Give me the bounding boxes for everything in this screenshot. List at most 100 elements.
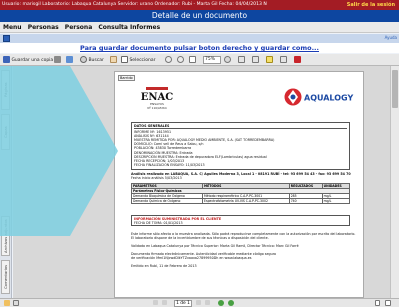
client-info-box: INFORMACIÓN SUMINISTRADA POR EL CLIENTE … <box>131 215 350 226</box>
note-line: Emitido en Rubí, 11 de Febrero de 2013 <box>131 264 197 268</box>
app-root: Usuario: marisgil Laboratorio: Labaqua C… <box>0 0 399 307</box>
search-icon <box>80 56 87 63</box>
note-line: Validado en Labaqua Catalunya por Técnic… <box>131 244 299 248</box>
client-info-line: FECHA DE TOMA: 01/01/2013 <box>134 221 183 226</box>
acrobat-button[interactable] <box>294 56 301 64</box>
note-line: de verificación MmI1NjcwdDlkYTZvaaxa2789… <box>131 256 252 260</box>
acrobat-icon <box>294 56 301 63</box>
page-tag: Barrido <box>118 75 135 81</box>
menu-item-persona[interactable]: Persona <box>65 24 92 31</box>
page-navigation-bar: 1 de 1 <box>0 298 399 307</box>
document-canvas[interactable]: Barrido ENAC ENSAYOS Nº 116/LE264 AQUALO… <box>13 66 390 298</box>
fit-page-icon <box>189 56 196 63</box>
go-back-button[interactable] <box>218 300 224 307</box>
side-panel-tabs: Páginas Capas Archivos adjuntos Comentar… <box>0 66 12 298</box>
zoom-menu-button[interactable] <box>224 56 231 64</box>
zoom-in-icon <box>177 56 184 63</box>
page-layout-button[interactable] <box>252 56 259 64</box>
mail-icon <box>66 56 73 63</box>
table-cell: Demanda Química de Oxígeno <box>130 198 204 204</box>
tab-attachments[interactable]: Archivos adjuntos <box>1 216 10 256</box>
last-page-icon <box>205 300 210 305</box>
previous-page-icon <box>162 300 167 305</box>
email-button[interactable] <box>66 56 73 64</box>
select-tool-button[interactable]: Seleccionar <box>121 56 156 64</box>
forward-arrow-icon <box>228 300 234 306</box>
menu-item-personas[interactable]: Personas <box>28 24 59 31</box>
printer-icon <box>54 56 61 63</box>
hand-icon <box>4 300 10 306</box>
two-page-view-button[interactable] <box>385 300 391 307</box>
two-page-icon <box>385 300 391 306</box>
zoom-out-button[interactable] <box>165 56 172 64</box>
select-label: Seleccionar <box>129 58 156 63</box>
session-info: Usuario: marisgil Laboratorio: Labaqua C… <box>2 2 267 7</box>
back-square-button[interactable] <box>3 35 10 42</box>
tab-comments[interactable]: Comentarios <box>1 260 10 294</box>
single-page-view-button[interactable] <box>375 300 380 307</box>
table-cell: mg/L <box>321 198 351 204</box>
first-page-icon <box>153 300 158 305</box>
save-document-hint-link[interactable]: Para guardar documento pulsar boton dere… <box>0 43 399 53</box>
single-page-icon <box>375 300 380 306</box>
zoom-level-field[interactable]: 75% <box>203 56 221 64</box>
logout-link[interactable]: Salir de la sesión <box>347 0 395 10</box>
table-cell: Espectrofotometría UV-VIS C.A.P-PC-3002 <box>202 198 290 204</box>
zoom-in-button[interactable] <box>177 56 184 64</box>
svg-text:AQUALOGY: AQUALOGY <box>304 94 353 103</box>
svg-text:Nº 116/LE264: Nº 116/LE264 <box>147 106 166 110</box>
general-data-box: DATOS GENERALES INFORME Nº: 1613951 ANÁL… <box>131 122 350 170</box>
session-status-bar: Usuario: marisgil Laboratorio: Labaqua C… <box>0 0 399 10</box>
page-number-field[interactable]: 1 de 1 <box>174 300 192 307</box>
previous-page-button[interactable] <box>162 300 167 307</box>
go-forward-button[interactable] <box>228 300 234 307</box>
pdf-viewer-toolbar: Guardar una copia Buscar Seleccionar 75% <box>0 54 399 66</box>
print-button[interactable] <box>54 56 61 64</box>
save-copy-button[interactable]: Guardar una copia <box>3 56 53 64</box>
pen-icon <box>280 56 287 63</box>
vertical-scrollbar[interactable] <box>390 66 399 298</box>
search-button[interactable]: Buscar <box>80 56 104 64</box>
magnifier-icon <box>13 300 19 306</box>
table-cell: 740 <box>288 198 323 204</box>
start-date-line: Fecha inicio análisis 5/03/2013 <box>131 176 182 180</box>
page-title: Detalle de un documento <box>0 10 399 22</box>
save-copy-label: Guardar una copia <box>11 58 54 63</box>
fit-page-button[interactable] <box>189 56 196 64</box>
action-strip: Ayuda <box>0 34 399 43</box>
tab-pages[interactable]: Páginas <box>1 70 10 110</box>
aqualogy-logo: AQUALOGY <box>284 88 353 106</box>
hand-tool-button[interactable] <box>110 56 117 64</box>
enac-logo: ENAC ENSAYOS Nº 116/LE264 <box>141 87 173 110</box>
rotate-button[interactable] <box>238 56 245 64</box>
menu-item-menu[interactable]: Menu <box>3 24 22 31</box>
next-page-button[interactable] <box>196 300 201 307</box>
zoom-out-icon <box>165 56 172 63</box>
floppy-disk-icon <box>3 56 10 63</box>
hand-icon <box>110 56 117 63</box>
last-page-button[interactable] <box>205 300 210 307</box>
first-page-button[interactable] <box>153 300 158 307</box>
search-label: Buscar <box>88 58 104 63</box>
general-line: FECHA FINALIZACIÓN ENSAYO: 11/03/2013 <box>134 162 205 167</box>
next-page-icon <box>196 300 201 305</box>
rotate-icon <box>238 56 245 63</box>
menu-item-consulta-informes[interactable]: Consulta Informes <box>98 24 160 31</box>
help-link[interactable]: Ayuda <box>385 35 397 40</box>
chevron-down-icon <box>224 56 231 63</box>
hand-bottom-button[interactable] <box>4 300 10 307</box>
zoom-tool-button[interactable] <box>13 300 19 307</box>
back-arrow-icon <box>218 300 224 306</box>
page-layout-icon <box>252 56 259 63</box>
table-row: Demanda Química de Oxígeno Espectrofotom… <box>130 198 351 204</box>
comment-icon <box>266 56 273 63</box>
results-table: PARÁMETROS MÉTODOS RESULTADOS UNIDADES P… <box>130 183 351 204</box>
pdf-page: Barrido ENAC ENSAYOS Nº 116/LE264 AQUALO… <box>114 71 364 298</box>
comment-button[interactable] <box>266 56 273 64</box>
tab-layers[interactable]: Capas <box>1 114 10 150</box>
main-menu: Menu Personas Persona Consulta Informes <box>0 22 399 33</box>
general-data-header: DATOS GENERALES <box>134 124 347 130</box>
cursor-icon <box>121 56 128 63</box>
scrollbar-thumb[interactable] <box>392 70 398 108</box>
sign-button[interactable] <box>280 56 287 64</box>
